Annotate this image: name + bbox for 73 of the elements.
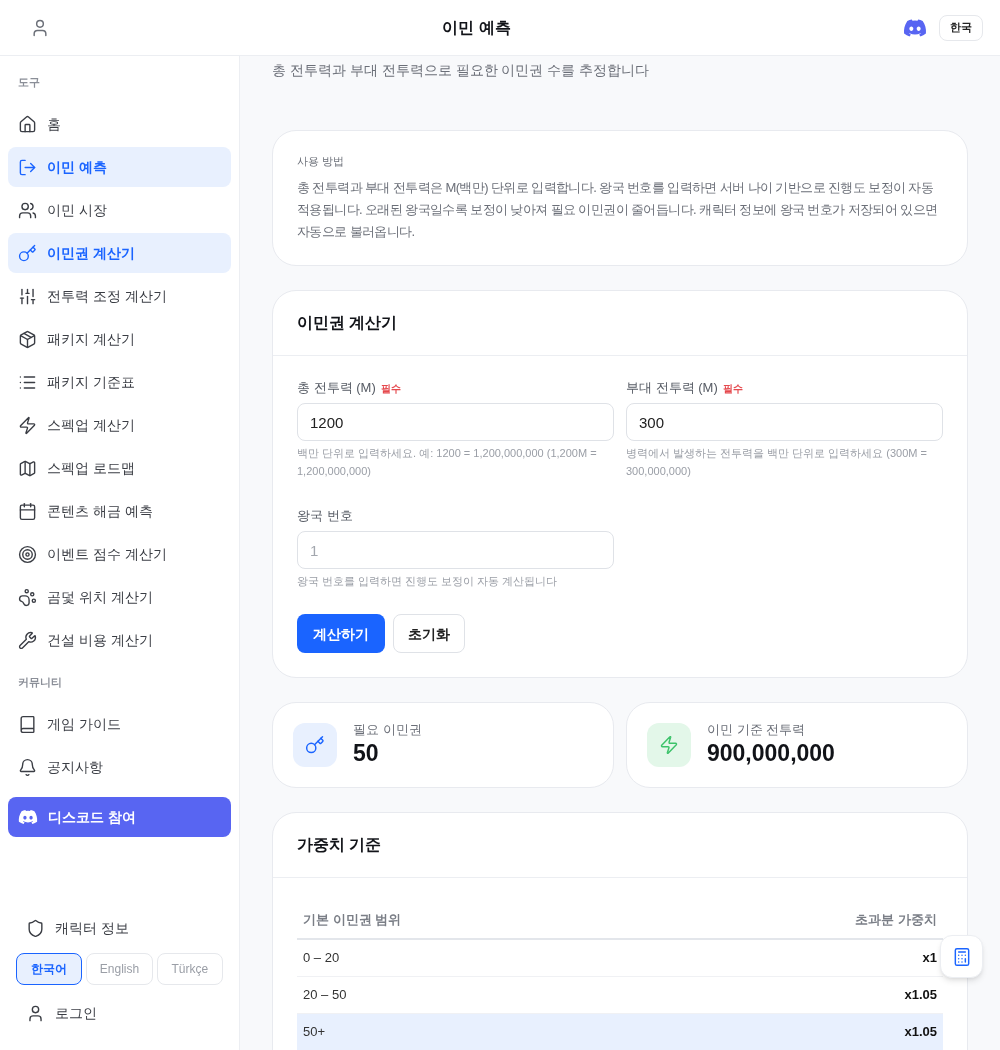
book-icon: [18, 714, 37, 734]
sidebar-item[interactable]: 이민권 계산기: [8, 233, 231, 273]
user-icon: [26, 1003, 45, 1023]
card-title: 이민권 계산기: [297, 313, 398, 333]
table-cell-text: x1.05: [903, 986, 938, 1005]
page-title: 이민 예측: [442, 17, 511, 38]
table-cell-text: x1: [921, 949, 938, 968]
field-hint: 백만 단위로 입력하세요. 예: 1200 = 1,200,000,000 (1,200M = 1,200,000,000): [297, 446, 598, 479]
stat-value: 50: [353, 739, 380, 768]
sidebar-item[interactable]: 패키지 계산기: [8, 319, 231, 359]
sidebar-item[interactable]: 곰덫 위치 계산기: [8, 577, 231, 617]
sidebar-item[interactable]: 이벤트 점수 계산기: [8, 534, 231, 574]
input-field[interactable]: 300: [626, 403, 943, 441]
shield-icon: [26, 918, 45, 938]
user-icon[interactable]: [30, 17, 50, 38]
field-hint: 왕국 번호를 입력하면 진행도 보정이 자동 계산됩니다: [297, 574, 559, 589]
sidebar-item[interactable]: 콘텐츠 해금 예측: [8, 491, 231, 531]
key-icon: [18, 243, 37, 263]
sidebar-item[interactable]: 패키지 기준표: [8, 362, 231, 402]
table-cell-text: x1.05: [903, 1023, 938, 1042]
discord-button[interactable]: 디스코드 참여: [8, 797, 231, 837]
login-link[interactable]: 로그인: [8, 993, 231, 1033]
discord-icon: [18, 807, 38, 827]
stat-label: 이민 기준 전투력: [707, 722, 807, 738]
sidebar-item[interactable]: 스펙업 계산기: [8, 405, 231, 445]
stat-label: 필요 이민권: [353, 722, 422, 738]
input-field[interactable]: 1200: [297, 403, 614, 441]
lightning-icon: [18, 415, 37, 435]
sidebar-item[interactable]: 이민 시장: [8, 190, 231, 230]
character-info-link[interactable]: 캐릭터 정보: [8, 908, 231, 948]
lightning-tile-icon: [647, 723, 691, 767]
reset-button[interactable]: 초기화: [393, 614, 465, 653]
sidebar-item[interactable]: 전투력 조정 계산기: [8, 276, 231, 316]
language-button[interactable]: 한국: [939, 14, 983, 41]
sidebar-item[interactable]: 이민 예측: [8, 147, 231, 187]
column-header: 초과분 가중치: [854, 911, 938, 930]
card-title: 가중치 기준: [297, 835, 382, 855]
target-icon: [18, 544, 37, 564]
sidebar-item[interactable]: 게임 가이드: [8, 704, 231, 744]
house-icon: [18, 114, 37, 134]
field-label: 총 전투력 (M): [297, 379, 376, 398]
map-icon: [18, 458, 37, 478]
usage-text: 총 전투력과 부대 전투력은 M(백만) 단위로 입력합니다. 왕국 번호를 입력하면 서버 나이 기반으로 진행도 보정이 자동 적용됩니다. 오래된 왕국일수록 보정이 낮아져 필요 이민권이 줄어듭니다. 캐릭터 정보에 왕국 번호가 저장되어 있으면 자동으로 불러옵니다.: [297, 179, 939, 241]
sliders-icon: [18, 286, 37, 306]
table-cell-text: 50+: [302, 1023, 327, 1042]
table-cell-text: 0 – 20: [302, 949, 341, 968]
box-icon: [18, 329, 37, 349]
calculator-button[interactable]: [940, 935, 983, 978]
sidebar-item[interactable]: 건설 비용 계산기: [8, 620, 231, 660]
calendar-icon: [18, 501, 37, 521]
required-label: 필수: [722, 381, 743, 396]
calculate-button[interactable]: 계산하기: [297, 614, 385, 653]
paw-print-icon: [18, 587, 37, 607]
sidebar-item[interactable]: 스펙업 로드맵: [8, 448, 231, 488]
wrench-icon: [18, 630, 37, 650]
required-label: 필수: [380, 381, 401, 396]
input-field[interactable]: 1: [297, 531, 614, 569]
bell-icon: [18, 757, 37, 777]
card-label: 사용 방법: [297, 154, 346, 169]
stat-value: 900,000,000: [707, 739, 835, 768]
language-button[interactable]: 한국어: [16, 953, 83, 985]
field-label: 부대 전투력 (M): [626, 379, 718, 398]
page-subtitle: 총 전투력과 부대 전투력으로 필요한 이민권 수를 추정합니다: [272, 61, 651, 80]
sidebar-item[interactable]: 홈: [8, 104, 231, 144]
sidebar-item[interactable]: 공지사항: [8, 747, 231, 787]
people-icon: [18, 200, 37, 220]
column-header: 기본 이민권 범위: [302, 911, 403, 930]
table-cell-text: 20 – 50: [302, 986, 348, 1005]
key-tile-icon: [293, 723, 337, 767]
field-hint: 병력에서 발생하는 전투력을 백만 단위로 입력하세요 (300M = 300,000,000): [626, 446, 928, 479]
field-label: 왕국 번호: [297, 507, 353, 526]
section-label: 도구: [17, 75, 41, 90]
section-label: 커뮤니티: [17, 675, 63, 690]
